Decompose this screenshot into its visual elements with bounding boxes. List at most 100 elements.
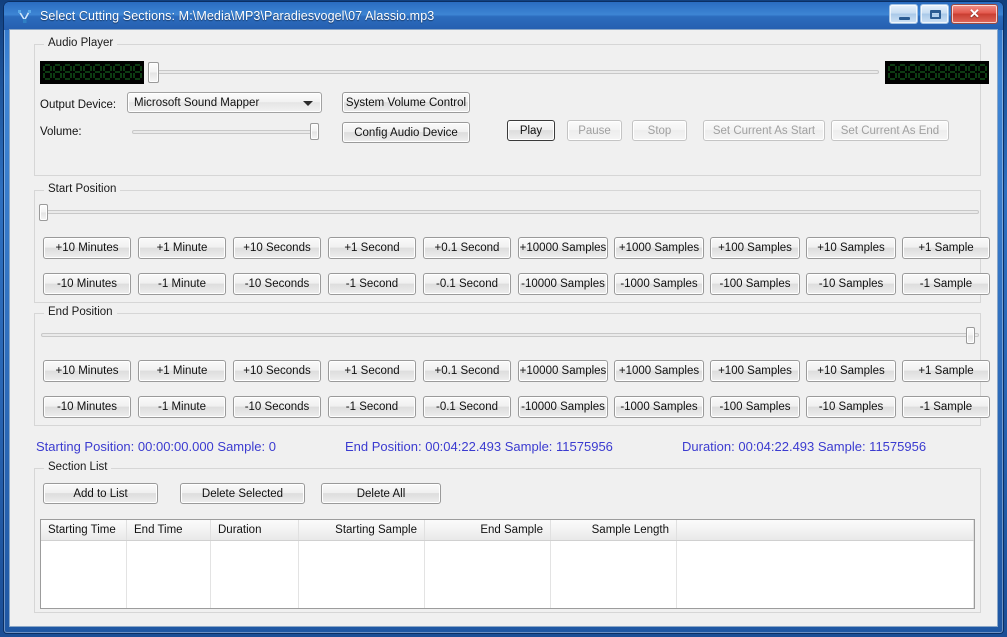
end-step-1-minute[interactable]: +1 Minute: [138, 360, 226, 382]
lcd-segment: [925, 73, 927, 78]
add-to-list-button[interactable]: Add to List: [43, 483, 158, 504]
start-step-0-1-second[interactable]: -0.1 Second: [423, 273, 511, 295]
start-step-100-samples[interactable]: +100 Samples: [710, 237, 800, 259]
start-step-1-minute[interactable]: -1 Minute: [138, 273, 226, 295]
start-step-1-sample[interactable]: +1 Sample: [902, 237, 990, 259]
window-titlebar[interactable]: Select Cutting Sections: M:\Media\MP3\Pa…: [4, 2, 1003, 30]
table-column-header[interactable]: End Sample: [425, 520, 551, 540]
start-step-10-seconds[interactable]: +10 Seconds: [233, 237, 321, 259]
lcd-segment: [950, 78, 955, 80]
end-step-10-seconds[interactable]: +10 Seconds: [233, 360, 321, 382]
lcd-segment: [965, 73, 967, 78]
playback-position-track[interactable]: [152, 70, 879, 74]
maximize-button[interactable]: [920, 4, 949, 24]
start-step-1-second[interactable]: -1 Second: [328, 273, 416, 295]
start-position-track[interactable]: [41, 210, 979, 214]
end-step-0-1-second[interactable]: -0.1 Second: [423, 396, 511, 418]
volume-thumb[interactable]: [310, 123, 319, 140]
config-audio-device-button[interactable]: Config Audio Device: [342, 122, 470, 143]
start-step-1000-samples[interactable]: -1000 Samples: [614, 273, 704, 295]
lcd-digit: [43, 64, 52, 81]
end-position-thumb[interactable]: [966, 327, 975, 344]
lcd-segment: [115, 78, 120, 80]
end-step-1-minute[interactable]: -1 Minute: [138, 396, 226, 418]
section-list-table[interactable]: Starting Time End Time Duration Starting Sa…: [40, 519, 975, 609]
delete-selected-button[interactable]: Delete Selected: [180, 483, 305, 504]
table-column-header[interactable]: [677, 520, 974, 540]
end-step-100-samples[interactable]: -100 Samples: [710, 396, 800, 418]
start-step-10-samples[interactable]: +10 Samples: [806, 237, 896, 259]
lcd-segment: [918, 66, 920, 71]
end-step-10-samples[interactable]: -10 Samples: [806, 396, 896, 418]
volume-track[interactable]: [132, 130, 319, 134]
start-step-10000-samples[interactable]: -10000 Samples: [518, 273, 608, 295]
table-column-header[interactable]: Starting Sample: [299, 520, 425, 540]
lcd-segment: [73, 73, 75, 78]
start-step-10-seconds[interactable]: -10 Seconds: [233, 273, 321, 295]
end-step-10000-samples[interactable]: -10000 Samples: [518, 396, 608, 418]
lcd-segment: [945, 66, 947, 71]
lcd-segment: [133, 66, 135, 71]
end-step-100-samples[interactable]: +100 Samples: [710, 360, 800, 382]
end-step-1000-samples[interactable]: +1000 Samples: [614, 360, 704, 382]
table-column-header[interactable]: End Time: [127, 520, 211, 540]
lcd-segment: [43, 66, 45, 71]
start-step-1-second[interactable]: +1 Second: [328, 237, 416, 259]
lcd-segment: [120, 73, 122, 78]
lcd-segment: [130, 73, 132, 78]
playback-position-thumb[interactable]: [148, 62, 159, 83]
end-step-1-second[interactable]: +1 Second: [328, 360, 416, 382]
output-device-label: Output Device:: [40, 99, 117, 111]
start-step-1-sample[interactable]: -1 Sample: [902, 273, 990, 295]
delete-all-button[interactable]: Delete All: [321, 483, 441, 504]
stop-button[interactable]: Stop: [632, 120, 687, 141]
table-column-header[interactable]: Starting Time: [41, 520, 127, 540]
end-step-10-seconds[interactable]: -10 Seconds: [233, 396, 321, 418]
start-step-10-minutes[interactable]: +10 Minutes: [43, 237, 131, 259]
lcd-digit: [928, 64, 937, 81]
end-step-10-minutes[interactable]: +10 Minutes: [43, 360, 131, 382]
lcd-digit: [93, 64, 102, 81]
duration-status: Duration: 00:04:22.493 Sample: 11575956: [682, 439, 927, 454]
end-step-0-1-second[interactable]: +0.1 Second: [423, 360, 511, 382]
play-button[interactable]: Play: [507, 120, 555, 141]
start-step-10-samples[interactable]: -10 Samples: [806, 273, 896, 295]
minimize-button[interactable]: [889, 4, 918, 24]
end-step-1-sample[interactable]: -1 Sample: [902, 396, 990, 418]
set-current-as-end-button[interactable]: Set Current As End: [831, 120, 949, 141]
end-step-1-sample[interactable]: +1 Sample: [902, 360, 990, 382]
lcd-segment: [945, 73, 947, 78]
lcd-segment: [45, 78, 50, 80]
end-step-1000-samples[interactable]: -1000 Samples: [614, 396, 704, 418]
end-step-1-second[interactable]: -1 Second: [328, 396, 416, 418]
lcd-segment: [63, 66, 65, 71]
end-position-track[interactable]: [41, 333, 979, 337]
lcd-segment: [970, 78, 975, 80]
start-step-1-minute[interactable]: +1 Minute: [138, 237, 226, 259]
pause-button[interactable]: Pause: [567, 120, 622, 141]
lcd-digit: [888, 64, 897, 81]
start-step-0-1-second[interactable]: +0.1 Second: [423, 237, 511, 259]
dialog-client-area: Audio Player Output Device: Microsoft So…: [9, 29, 998, 627]
set-current-as-start-button[interactable]: Set Current As Start: [703, 120, 825, 141]
lcd-segment: [955, 73, 957, 78]
output-device-combo[interactable]: Microsoft Sound Mapper: [127, 92, 322, 113]
system-volume-control-button[interactable]: System Volume Control: [342, 92, 470, 113]
lcd-segment: [895, 66, 897, 71]
start-step-10-minutes[interactable]: -10 Minutes: [43, 273, 131, 295]
close-button[interactable]: ✕: [951, 4, 998, 24]
table-column-header[interactable]: Sample Length: [551, 520, 677, 540]
end-step-10000-samples[interactable]: +10000 Samples: [518, 360, 608, 382]
lcd-segment: [930, 78, 935, 80]
lcd-segment: [100, 66, 102, 71]
start-step-100-samples[interactable]: -100 Samples: [710, 273, 800, 295]
lcd-digit: [918, 64, 927, 81]
end-step-10-minutes[interactable]: -10 Minutes: [43, 396, 131, 418]
lcd-segment: [968, 73, 970, 78]
start-step-1000-samples[interactable]: +1000 Samples: [614, 237, 704, 259]
start-step-10000-samples[interactable]: +10000 Samples: [518, 237, 608, 259]
lcd-segment: [103, 66, 105, 71]
end-step-10-samples[interactable]: +10 Samples: [806, 360, 896, 382]
table-column-header[interactable]: Duration: [211, 520, 299, 540]
start-position-thumb[interactable]: [39, 204, 48, 221]
